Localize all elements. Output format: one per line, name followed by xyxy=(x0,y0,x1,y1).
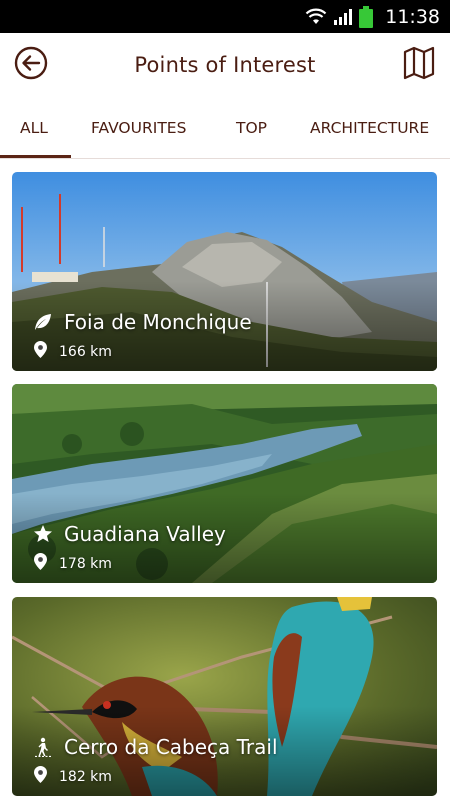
back-button[interactable] xyxy=(14,46,48,84)
star-icon xyxy=(32,523,54,545)
signal-icon xyxy=(333,8,353,26)
map-icon xyxy=(403,46,435,84)
tab-all[interactable]: ALL xyxy=(20,97,48,159)
card-distance-row: 182 km xyxy=(34,766,112,787)
location-pin-icon xyxy=(34,341,47,362)
tab-favourites[interactable]: FAVOURITES xyxy=(91,97,186,159)
card-distance: 182 km xyxy=(59,768,112,785)
poi-card[interactable]: Cerro da Cabeça Trail 182 km xyxy=(12,597,437,796)
card-title: Cerro da Cabeça Trail xyxy=(64,735,278,759)
card-title-row: Guadiana Valley xyxy=(32,522,226,546)
tab-architecture[interactable]: ARCHITECTURE xyxy=(310,97,429,159)
card-distance-row: 178 km xyxy=(34,553,112,574)
map-button[interactable] xyxy=(402,46,436,84)
status-time: 11:38 xyxy=(385,5,440,28)
card-distance: 178 km xyxy=(59,555,112,572)
wifi-icon xyxy=(305,8,327,26)
card-title: Guadiana Valley xyxy=(64,522,226,546)
app-bar: Points of Interest xyxy=(0,33,450,97)
card-title-row: Cerro da Cabeça Trail xyxy=(32,735,278,759)
tab-indicator xyxy=(0,155,71,158)
poi-card[interactable]: Foia de Monchique 166 km xyxy=(12,172,437,371)
location-pin-icon xyxy=(34,553,47,574)
card-title: Foia de Monchique xyxy=(64,310,252,334)
category-tabs: ALL FAVOURITES TOP ARCHITECTURE xyxy=(0,97,450,159)
page-title: Points of Interest xyxy=(134,53,316,77)
card-distance-row: 166 km xyxy=(34,341,112,362)
tab-top[interactable]: TOP xyxy=(236,97,267,159)
status-bar: 11:38 xyxy=(0,0,450,33)
card-title-row: Foia de Monchique xyxy=(32,310,252,334)
card-distance: 166 km xyxy=(59,343,112,360)
poi-card[interactable]: Guadiana Valley 178 km xyxy=(12,384,437,583)
back-arrow-icon xyxy=(14,46,48,84)
battery-icon xyxy=(359,5,374,28)
location-pin-icon xyxy=(34,766,47,787)
hiker-icon xyxy=(32,736,54,758)
leaf-icon xyxy=(32,311,54,333)
